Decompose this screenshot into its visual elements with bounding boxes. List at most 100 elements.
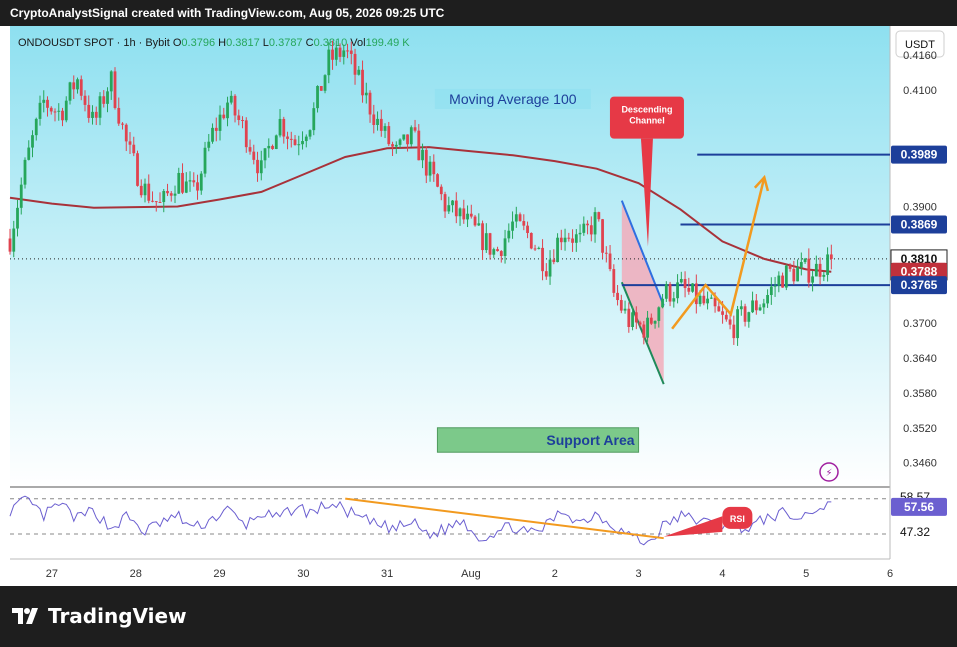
candle[interactable]: [473, 214, 477, 227]
price-label-level[interactable]: 0.3989: [891, 145, 947, 164]
candle[interactable]: [436, 173, 439, 188]
candle-body: [274, 135, 278, 150]
candle[interactable]: [612, 264, 616, 297]
candle[interactable]: [323, 74, 327, 94]
candle-body: [72, 82, 76, 90]
candle-body: [488, 233, 492, 255]
candle-body: [432, 161, 436, 175]
candle-body: [297, 144, 301, 146]
candle-body: [552, 259, 556, 263]
candle-body: [289, 138, 293, 140]
candle-body: [364, 92, 368, 96]
x-tick-label: 4: [719, 568, 725, 580]
candle-body: [679, 278, 683, 283]
candle-body: [184, 181, 188, 193]
candle-body: [124, 124, 128, 142]
candle-body: [34, 118, 38, 136]
x-tick-label: 31: [381, 568, 393, 580]
candle-body: [394, 144, 398, 147]
candle[interactable]: [529, 232, 533, 250]
candle-body: [391, 144, 394, 147]
candle-body: [218, 114, 222, 131]
candle[interactable]: [113, 67, 117, 110]
candle-body: [286, 136, 289, 139]
candle-body: [601, 219, 604, 253]
candle-body: [98, 96, 102, 118]
tradingview-logo[interactable]: TradingView: [12, 604, 187, 628]
candle-body: [436, 174, 439, 187]
candle-body: [424, 149, 428, 176]
candle-body: [627, 308, 631, 327]
candle-body: [169, 193, 173, 196]
y-tick-label: 0.3520: [903, 423, 937, 435]
candle[interactable]: [136, 150, 139, 187]
candle-body: [398, 139, 402, 145]
rsi-tick-label: 57.56: [904, 500, 934, 514]
candle-body: [597, 212, 601, 220]
x-tick-label: Aug: [461, 568, 481, 580]
candle[interactable]: [23, 157, 27, 189]
x-tick-label: 5: [803, 568, 809, 580]
candle-body: [709, 297, 713, 299]
candle-body: [616, 292, 619, 301]
candle-body: [128, 141, 132, 145]
candle-body: [188, 180, 192, 182]
candle-body: [529, 233, 533, 249]
candle-body: [42, 99, 46, 103]
time-axis[interactable]: [10, 559, 890, 586]
x-tick-label: 27: [46, 568, 58, 580]
price-label-text: 0.3989: [901, 148, 938, 162]
candle-body: [199, 173, 203, 191]
x-tick-label: 2: [552, 568, 558, 580]
candle[interactable]: [409, 125, 413, 147]
price-label-text: 0.3869: [901, 218, 938, 232]
candle-body: [458, 208, 462, 217]
price-label-level[interactable]: 0.3869: [891, 215, 947, 234]
candle-body: [361, 69, 364, 96]
candle-body: [683, 278, 687, 288]
price-label-level[interactable]: 0.3765: [891, 276, 947, 295]
candle-body: [496, 249, 499, 252]
candle-body: [338, 47, 342, 57]
chart-canvas[interactable]: ONDOUSDT SPOT · 1h · Bybit O0.3796 H0.38…: [0, 0, 957, 647]
candle-body: [316, 86, 319, 109]
candle-body: [694, 283, 698, 305]
candle-body: [511, 221, 514, 231]
candle-body: [207, 141, 211, 148]
candle-body: [766, 294, 769, 304]
candle[interactable]: [274, 134, 278, 150]
candle-body: [743, 306, 747, 322]
candle-body: [263, 148, 267, 161]
candle-body: [147, 183, 151, 201]
tradingview-brand: TradingView: [48, 604, 187, 628]
candle-body: [451, 200, 454, 206]
candle-body: [822, 274, 826, 277]
candle-body: [676, 282, 679, 299]
candle-body: [736, 309, 739, 339]
candle-body: [293, 139, 297, 146]
candle-body: [136, 153, 139, 186]
candle-body: [83, 95, 87, 105]
candle-body: [698, 295, 702, 305]
candle-body: [818, 263, 822, 277]
candle[interactable]: [691, 283, 694, 293]
candle-body: [121, 123, 124, 125]
callout-text: Descending: [621, 105, 672, 115]
candle-body: [702, 295, 706, 304]
candle[interactable]: [784, 264, 788, 291]
rsi-tick-label: 47.32: [900, 525, 930, 539]
candle-body: [248, 147, 252, 152]
candle-body: [739, 306, 743, 310]
candle-body: [518, 214, 522, 222]
candle[interactable]: [319, 85, 323, 91]
candle-body: [319, 86, 323, 91]
candle-body: [143, 183, 147, 196]
candle-body: [57, 110, 61, 112]
candle-body: [574, 234, 578, 243]
candle-body: [94, 111, 98, 118]
candle-body: [368, 92, 372, 115]
candle-body: [349, 50, 353, 54]
candle-body: [623, 308, 627, 311]
ma-label[interactable]: Moving Average 100: [449, 91, 577, 107]
candle-body: [19, 184, 23, 208]
